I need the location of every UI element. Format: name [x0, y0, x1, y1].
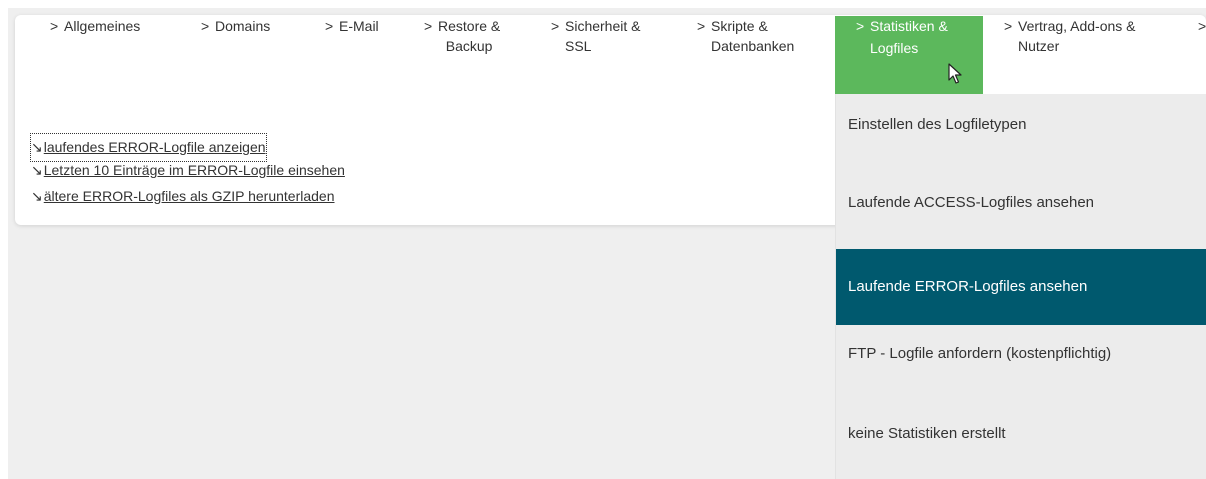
link-letzten-10-eintraege[interactable]: ↘Letzten 10 Einträge im ERROR-Logfile ei…	[31, 157, 345, 184]
chevron-right-icon: >	[50, 18, 59, 34]
nav-label: Nutzer	[1018, 38, 1060, 54]
logfile-links: ↘laufendes ERROR-Logfile anzeigen ↘Letzt…	[30, 133, 345, 210]
nav-item-email[interactable]: > E-Mail	[325, 16, 379, 36]
nav-label: Sicherheit &	[565, 18, 641, 34]
nav-label: E-Mail	[339, 18, 379, 34]
link-aeltere-error-logfiles[interactable]: ↘ältere ERROR-Logfiles als GZIP herunter…	[31, 183, 345, 210]
menu-item-keine-statistiken[interactable]: keine Statistiken erstellt	[836, 425, 1206, 445]
chevron-right-icon: >	[1198, 18, 1206, 34]
nav-label: Restore &	[438, 18, 501, 34]
chevron-right-icon: >	[424, 18, 433, 34]
nav-label: Backup	[445, 38, 493, 54]
nav-label: Vertrag, Add-ons &	[1018, 18, 1136, 34]
nav-label: Domains	[215, 18, 271, 34]
mouse-pointer-icon	[948, 63, 962, 84]
nav-label: Skripte &	[711, 18, 768, 34]
nav-item-sicherheit-ssl[interactable]: > Sicherheit & SSL	[551, 16, 640, 56]
menu-item-access-logfiles[interactable]: Laufende ACCESS-Logfiles ansehen	[836, 194, 1206, 214]
link-label: Letzten 10 Einträge im ERROR-Logfile ein…	[43, 162, 345, 178]
chevron-right-icon: >	[697, 18, 706, 34]
south-east-arrow-icon: ↘	[31, 188, 43, 204]
south-east-arrow-icon: ↘	[31, 162, 43, 178]
nav-label: Datenbanken	[711, 38, 795, 54]
chevron-right-icon: >	[1004, 18, 1013, 34]
nav-item-domains[interactable]: > Domains	[201, 16, 270, 36]
nav-item-allgemeines[interactable]: > Allgemeines	[50, 16, 140, 36]
statistiken-dropdown-menu: Einstellen des Logfiletypen Laufende ACC…	[835, 94, 1206, 479]
nav-overflow-chevron[interactable]: >	[1198, 16, 1206, 36]
menu-item-logfiletyp[interactable]: Einstellen des Logfiletypen	[836, 116, 1206, 136]
nav-label: Allgemeines	[64, 18, 141, 34]
chevron-right-icon: >	[201, 18, 210, 34]
menu-item-ftp-logfile[interactable]: FTP - Logfile anfordern (kostenpflichtig…	[836, 345, 1206, 365]
link-label: laufendes ERROR-Logfile anzeigen	[43, 139, 266, 155]
nav-label: SSL	[565, 38, 592, 54]
chevron-right-icon: >	[551, 18, 560, 34]
chevron-right-icon: >	[856, 18, 865, 34]
chevron-right-icon: >	[325, 18, 334, 34]
nav-label: Statistiken &	[870, 18, 948, 34]
nav-item-restore-backup[interactable]: > Restore & Backup	[424, 16, 500, 56]
nav-item-vertrag-nutzer[interactable]: > Vertrag, Add-ons & Nutzer	[1004, 16, 1136, 56]
nav-label: Logfiles	[870, 40, 919, 56]
nav-item-skripte-datenbanken[interactable]: > Skripte & Datenbanken	[697, 16, 794, 56]
link-label: ältere ERROR-Logfiles als GZIP herunterl…	[43, 188, 335, 204]
menu-item-error-logfiles[interactable]: Laufende ERROR-Logfiles ansehen	[836, 249, 1206, 325]
